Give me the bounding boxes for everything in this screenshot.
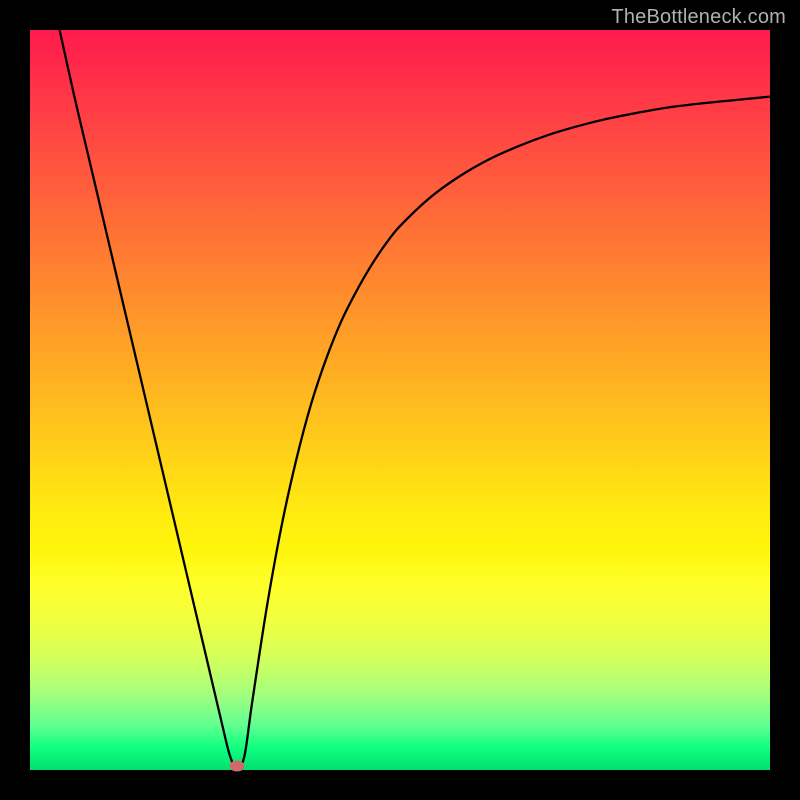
watermark-text: TheBottleneck.com	[611, 6, 786, 29]
plot-area	[30, 30, 770, 770]
bottleneck-curve	[60, 30, 770, 770]
chart-frame: TheBottleneck.com	[0, 0, 800, 800]
curve-svg	[30, 30, 770, 770]
minimum-marker	[230, 761, 245, 772]
